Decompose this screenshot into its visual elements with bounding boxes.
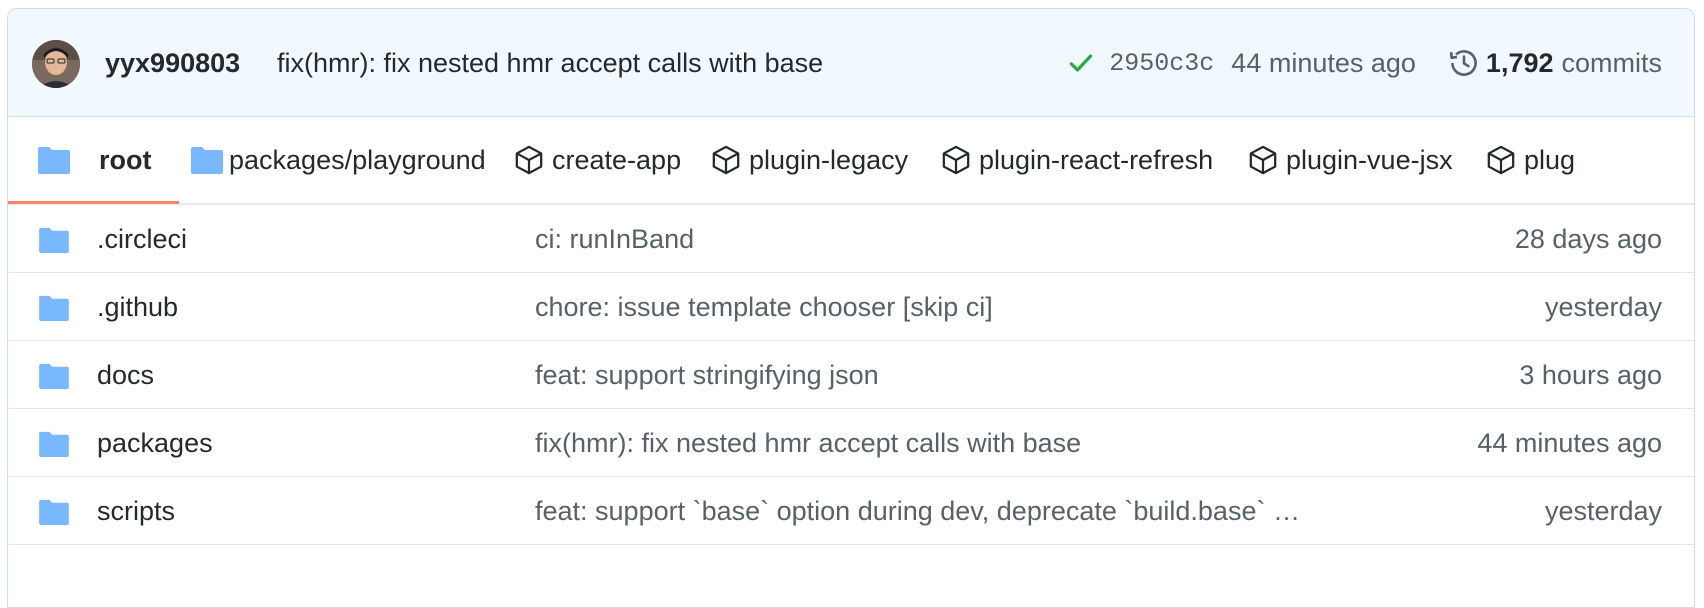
package-icon	[712, 145, 740, 175]
package-icon	[942, 145, 970, 175]
file-name[interactable]: .github	[97, 273, 178, 341]
repo-file-browser: yyx990803 fix(hmr): fix nested hmr accep…	[7, 8, 1695, 608]
file-name[interactable]: .circleci	[97, 205, 187, 273]
package-icon	[515, 145, 543, 175]
file-row[interactable]: scripts feat: support `base` option duri…	[8, 477, 1694, 545]
file-row[interactable]: .github chore: issue template chooser [s…	[8, 273, 1694, 341]
file-commit-message[interactable]: feat: support `base` option during dev, …	[535, 477, 1315, 545]
file-row[interactable]: docs feat: support stringifying json 3 h…	[8, 341, 1694, 409]
active-tab-underline	[8, 201, 179, 204]
commit-author[interactable]: yyx990803	[105, 9, 240, 117]
file-commit-age: 3 hours ago	[1519, 360, 1662, 390]
tab-label: plugin-vue-jsx	[1286, 144, 1453, 175]
tab-root[interactable]: root	[38, 117, 151, 203]
tab-plugin-legacy[interactable]: plugin-legacy	[711, 117, 908, 203]
file-commit-age: yesterday	[1544, 292, 1662, 322]
history-icon[interactable]	[1448, 47, 1480, 79]
file-name[interactable]: docs	[97, 341, 154, 409]
commit-time: 44 minutes ago	[1231, 47, 1416, 78]
package-icon	[1487, 145, 1515, 175]
file-name[interactable]: scripts	[97, 477, 175, 545]
file-commit-age: 44 minutes ago	[1477, 428, 1662, 458]
folder-icon	[38, 147, 70, 174]
file-commit-message[interactable]: feat: support stringifying json	[535, 341, 1315, 409]
file-commit-age: 28 days ago	[1514, 224, 1662, 254]
file-commit-message[interactable]: ci: runInBand	[535, 205, 1315, 273]
tab-create-app[interactable]: create-app	[514, 117, 681, 203]
tab-label: create-app	[552, 144, 682, 175]
commits-count[interactable]: 1,792	[1486, 48, 1554, 79]
file-commit-message[interactable]: chore: issue template chooser [skip ci]	[535, 273, 1315, 341]
file-commit-age: yesterday	[1544, 496, 1662, 526]
tab-packages-playground[interactable]: packages/playground	[191, 117, 486, 203]
package-tabs: root packages/playground create-app plug…	[8, 117, 1694, 205]
tab-plugin-vue-jsx[interactable]: plugin-vue-jsx	[1248, 117, 1453, 203]
file-name[interactable]: packages	[97, 409, 213, 477]
folder-icon	[191, 147, 223, 174]
tab-label: packages/playground	[229, 144, 486, 175]
folder-icon	[39, 227, 69, 253]
folder-icon	[39, 295, 69, 321]
file-row[interactable]: .circleci ci: runInBand 28 days ago	[8, 205, 1694, 273]
tab-label: plug	[1524, 144, 1576, 175]
check-icon[interactable]	[1067, 49, 1095, 77]
tab-plugin-truncated[interactable]: plug	[1486, 117, 1575, 203]
commits-label[interactable]: commits	[1562, 48, 1663, 79]
package-icon	[1249, 145, 1277, 175]
tab-plugin-react-refresh[interactable]: plugin-react-refresh	[941, 117, 1213, 203]
commit-meta: 2950c3c 44 minutes ago 1,792 commits	[1067, 9, 1662, 117]
tab-label: plugin-legacy	[749, 144, 909, 175]
file-row[interactable]: packages fix(hmr): fix nested hmr accept…	[8, 409, 1694, 477]
file-commit-message[interactable]: fix(hmr): fix nested hmr accept calls wi…	[535, 409, 1315, 477]
tab-label: plugin-react-refresh	[979, 144, 1214, 175]
folder-icon	[39, 499, 69, 525]
avatar[interactable]	[32, 40, 80, 88]
folder-icon	[39, 431, 69, 457]
tab-label: root	[99, 144, 152, 175]
commit-sha[interactable]: 2950c3c	[1109, 49, 1214, 78]
latest-commit-bar: yyx990803 fix(hmr): fix nested hmr accep…	[8, 9, 1694, 117]
commit-message[interactable]: fix(hmr): fix nested hmr accept calls wi…	[277, 9, 823, 117]
folder-icon	[39, 363, 69, 389]
